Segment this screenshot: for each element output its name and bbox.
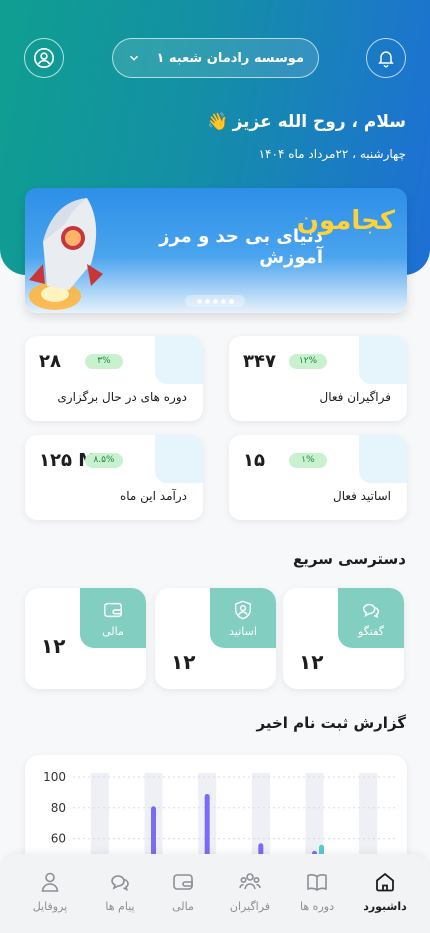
stat-label: فراگیران فعال (319, 390, 391, 404)
wave-emoji: 👋 (207, 112, 229, 132)
quick-tab: مالی (80, 588, 146, 648)
quick-value: ۱۲ (299, 650, 324, 674)
quick-tab: اساتید (210, 588, 276, 648)
stat-corner (155, 336, 203, 384)
nav-label: داشبورد (363, 900, 407, 913)
chart-tick-label: 60 (51, 832, 66, 846)
quick-access-title: دسترسی سریع (292, 550, 406, 568)
carousel-dots[interactable] (185, 295, 245, 307)
stat-badge: ۱% (289, 453, 327, 468)
quick-value: ۱۲ (41, 634, 66, 658)
users-icon (239, 873, 261, 890)
profile-icon (34, 48, 54, 68)
teacher-icon (234, 600, 252, 619)
wallet-icon (104, 602, 122, 617)
carousel-dot[interactable] (212, 298, 218, 304)
chat-icon (362, 603, 380, 618)
quick-tab: گفتگو (338, 588, 404, 648)
greeting-text: سلام ، روح الله عزیز (232, 112, 406, 132)
book-icon (307, 874, 327, 891)
quick-label: گفتگو (358, 624, 384, 638)
nav-dashboard[interactable]: داشبورد (352, 870, 418, 913)
carousel-dot[interactable] (204, 298, 210, 304)
nav-label: فراگیران (229, 900, 271, 913)
stat-value: ۱۵ (243, 450, 265, 471)
stat-value: ۲۸ (39, 351, 61, 372)
stat-label: دوره های در حال برگزاری (57, 390, 187, 404)
quick-label: اساتید (229, 624, 257, 638)
branch-selector[interactable]: موسسه رادمان شعبه ۱ (112, 38, 319, 78)
stat-label: درآمد این ماه (119, 489, 187, 503)
stat-active-teachers[interactable]: ۱۵ ۱% اساتید فعال (229, 435, 407, 520)
stat-corner (359, 336, 407, 384)
quick-value: ۱۲ (171, 650, 196, 674)
profile-button[interactable] (24, 38, 64, 78)
stat-corner (155, 435, 203, 483)
banner-text: دنیای بی حد و مرز آموزش (159, 226, 323, 268)
nav-label: دوره ها (300, 900, 334, 913)
report-title: گزارش ثبت نام اخیر (256, 714, 407, 732)
carousel-dot[interactable] (196, 298, 202, 304)
stat-monthly-income[interactable]: ۱۲۵ M ۸.۵% درآمد این ماه (25, 435, 203, 520)
bell-icon (378, 51, 394, 68)
nav-courses[interactable]: دوره ها (284, 870, 350, 913)
stat-value: ۳۴۷ (243, 351, 276, 372)
home-icon (376, 872, 394, 892)
carousel-dot[interactable] (228, 298, 234, 304)
stat-label: اساتید فعال (332, 489, 391, 503)
promo-banner[interactable]: کجامون دنیای بی حد و مرز آموزش (25, 188, 407, 313)
stat-running-courses[interactable]: ۲۸ ۳% دوره های در حال برگزاری (25, 336, 203, 421)
nav-label: پیام ها (105, 900, 135, 913)
quick-access-finance[interactable]: مالی ۱۲ (25, 588, 146, 689)
notifications-button[interactable] (366, 38, 406, 78)
stat-corner (359, 435, 407, 483)
quick-access-teachers[interactable]: اساتید ۱۲ (155, 588, 276, 689)
stat-active-learners[interactable]: ۳۴۷ ۱۲% فراگیران فعال (229, 336, 407, 421)
chevron-down-icon (130, 55, 138, 61)
stat-badge: ۳% (85, 354, 123, 369)
nav-label: مالی (172, 900, 194, 913)
rocket-icon (29, 198, 103, 310)
quick-access-chat[interactable]: گفتگو ۱۲ (283, 588, 404, 689)
nav-label: پروفایل (32, 900, 68, 913)
nav-profile[interactable]: پروفایل (17, 870, 83, 913)
chat-icon (111, 875, 129, 892)
carousel-dot[interactable] (220, 298, 226, 304)
profile-icon (41, 872, 59, 892)
nav-finance[interactable]: مالی (150, 870, 216, 913)
branch-name: موسسه رادمان شعبه ۱ (156, 50, 304, 66)
quick-label: مالی (102, 624, 124, 638)
stat-badge: ۱۲% (289, 354, 327, 369)
nav-learners[interactable]: فراگیران (217, 870, 283, 913)
date-text: چهارشنبه ، ۲۲مرداد ماه ۱۴۰۴ (258, 147, 406, 161)
nav-messages[interactable]: پیام ها (87, 870, 153, 913)
chart-tick-label: 80 (51, 801, 66, 815)
greeting: سلام ، روح الله عزیز 👋 (207, 112, 406, 132)
wallet-icon (173, 874, 193, 890)
stat-badge: ۸.۵% (85, 453, 123, 468)
chart-tick-label: 100 (43, 770, 66, 784)
bottom-navbar: داشبورد دوره ها فراگیران مالی پیام ها پر… (0, 854, 430, 933)
